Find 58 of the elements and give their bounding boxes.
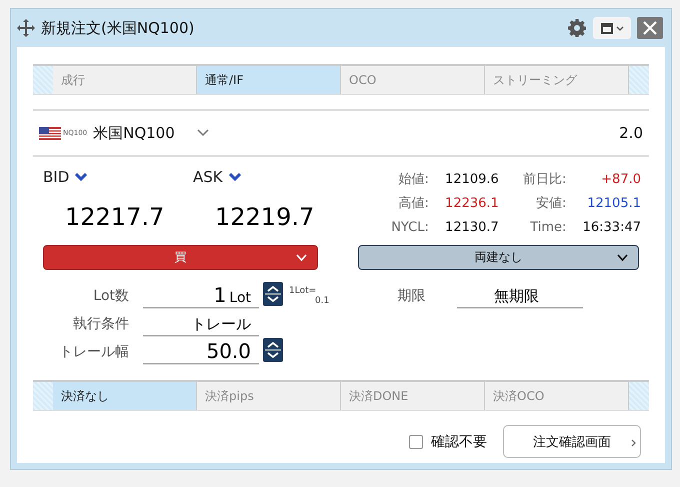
tab[interactable]: 決済なし (53, 382, 197, 410)
tab-spacer (629, 66, 649, 94)
stat-value: 12130.7 (444, 220, 500, 234)
price-value: 12217.7 (64, 203, 166, 233)
close-icon (643, 21, 657, 35)
lot-unit: Lot (229, 290, 251, 306)
side-dropdown[interactable]: 買 (43, 245, 318, 270)
condition-field[interactable]: トレール (143, 312, 259, 336)
expiry-field[interactable]: 無期限 (457, 284, 584, 308)
lot-value: 1 (214, 284, 226, 306)
lot-field[interactable]: 1 Lot (143, 284, 259, 308)
stat-value: +87.0 (600, 172, 642, 186)
window-icon (600, 22, 612, 34)
checkbox[interactable] (409, 434, 423, 448)
stat-value: 12236.1 (444, 196, 500, 210)
tab-spacer (629, 382, 649, 410)
stat-label: Time: (529, 220, 566, 234)
price-value: 12219.7 (214, 203, 316, 233)
checkbox-label[interactable]: 確認不要 (431, 432, 487, 450)
chevron-right-icon (631, 439, 636, 447)
window-title: 新規注文(米国NQ100) (41, 18, 196, 38)
move-icon[interactable] (17, 19, 35, 37)
field-label: Lot数 (92, 287, 130, 305)
symbol-name[interactable]: 米国NQ100 (93, 124, 175, 142)
price-label: BID (43, 168, 70, 186)
settings-icon[interactable] (567, 18, 587, 38)
stat-value: 16:33:47 (582, 220, 642, 234)
stat-label: 始値: (397, 171, 429, 188)
field-label: トレール幅 (58, 343, 130, 361)
tab-spacer (33, 66, 53, 94)
chevron-icon (228, 173, 241, 181)
spinner-icon[interactable] (263, 282, 283, 306)
flag-icon (39, 126, 61, 140)
lot-note-value: 0.1 (314, 296, 330, 306)
tab[interactable]: 通常/IF (197, 66, 341, 94)
spinner-icon[interactable] (263, 338, 283, 362)
caret-icon (296, 254, 308, 262)
lot-note: 1Lot= (289, 286, 318, 296)
caret-icon (617, 254, 628, 262)
spread-value: 2.0 (619, 124, 643, 142)
tab-spacer (33, 382, 53, 410)
hedge-dropdown[interactable]: 両建なし (358, 245, 639, 270)
confirm-button[interactable]: 注文確認画面 (503, 425, 641, 458)
chevron-icon (75, 173, 88, 181)
stat-value: 12109.6 (444, 172, 500, 186)
caret-icon (616, 26, 624, 30)
window-mode-button[interactable] (593, 17, 631, 39)
stat-value: 12105.1 (586, 196, 642, 210)
close-button[interactable] (637, 17, 663, 39)
caret-icon[interactable] (196, 129, 209, 137)
stat-label: NYCL: (390, 220, 429, 234)
stat-label: 高値: (397, 195, 429, 212)
field-label: 期限 (397, 287, 426, 305)
stat-label: 安値: (535, 195, 566, 212)
stat-label: 前日比: (522, 171, 566, 188)
field-label: 執行条件 (72, 315, 130, 333)
trail-field[interactable]: 50.0 (143, 340, 259, 364)
price-label: ASK (193, 168, 223, 186)
